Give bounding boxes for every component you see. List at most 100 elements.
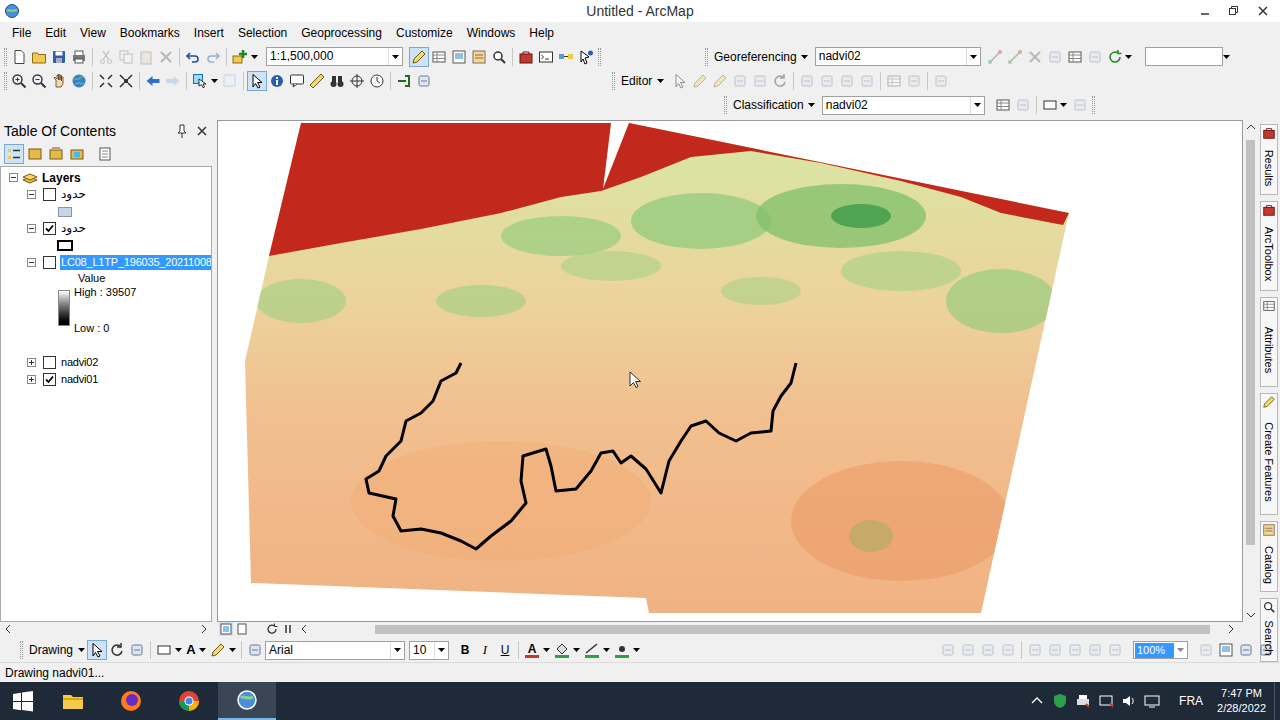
close-icon[interactable] <box>192 121 212 141</box>
layout-icon[interactable] <box>1216 640 1236 660</box>
toolbar-grip[interactable] <box>598 48 601 66</box>
clear-selection-icon[interactable] <box>220 71 240 91</box>
font-color-button[interactable]: A <box>522 643 542 658</box>
georeferencing-layer-combo-value[interactable]: nadvi02 <box>816 48 966 65</box>
link-icon[interactable] <box>985 47 1005 67</box>
list-by-visibility-icon[interactable] <box>46 144 66 164</box>
collapse-icon[interactable] <box>27 258 36 267</box>
toolbar-grip[interactable] <box>705 48 708 66</box>
fixed-zoom-in-icon[interactable] <box>96 71 116 91</box>
expand-icon[interactable] <box>27 358 36 367</box>
dropdown-arrow-icon[interactable] <box>970 97 984 114</box>
side-tab-label[interactable]: Search <box>1263 621 1275 656</box>
table-icon[interactable] <box>884 71 904 91</box>
scroll-left-icon[interactable] <box>297 622 311 636</box>
collapse-icon[interactable] <box>27 190 36 199</box>
scroll-up-icon[interactable] <box>1243 120 1258 134</box>
toolbox-icon[interactable] <box>516 47 536 67</box>
menu-item[interactable]: Geoprocessing <box>294 24 389 42</box>
generic-icon[interactable] <box>1045 47 1065 67</box>
pause-drawing-icon[interactable] <box>281 622 295 636</box>
layout-view-icon[interactable] <box>235 622 249 636</box>
generic-icon[interactable] <box>837 71 857 91</box>
dropdown-arrow-icon[interactable] <box>210 71 218 91</box>
zoom-combo[interactable]: 100% <box>1133 641 1188 659</box>
generic-icon[interactable] <box>1105 640 1125 660</box>
toolbar-grip[interactable] <box>4 72 7 90</box>
new-document-icon[interactable] <box>9 47 29 67</box>
toolbar-grip[interactable] <box>20 641 23 659</box>
generic-icon[interactable] <box>938 640 958 660</box>
open-folder-icon[interactable] <box>29 47 49 67</box>
dropdown-arrow-icon[interactable] <box>1223 47 1231 67</box>
select-elements-icon[interactable] <box>247 71 267 91</box>
georeferencing-layer-combo[interactable]: nadvi02 <box>815 47 981 66</box>
select-elements-icon[interactable] <box>670 71 690 91</box>
print-icon[interactable] <box>69 47 89 67</box>
map-vertical-scrollbar[interactable] <box>1243 120 1258 622</box>
menu-item[interactable]: Help <box>522 24 561 42</box>
side-tab-label[interactable]: Attributes <box>1263 327 1275 373</box>
generic-icon[interactable] <box>817 71 837 91</box>
rotate-icon[interactable] <box>107 640 127 660</box>
layer-checkbox[interactable] <box>43 373 56 386</box>
layer-label[interactable]: حدود <box>60 187 87 202</box>
map-canvas[interactable] <box>217 120 1243 622</box>
menu-item[interactable]: Selection <box>231 24 294 42</box>
generic-icon[interactable] <box>1025 640 1045 660</box>
scroll-right-icon[interactable] <box>1224 622 1238 636</box>
georeferencing-input[interactable] <box>1145 47 1223 66</box>
python-icon[interactable] <box>536 47 556 67</box>
arcmap-icon[interactable] <box>235 688 259 712</box>
redo-icon[interactable] <box>203 47 223 67</box>
collapse-icon[interactable] <box>27 224 36 233</box>
layer-selection[interactable]: nadvi02 <box>60 355 99 370</box>
find-icon[interactable] <box>327 71 347 91</box>
editor-icon[interactable] <box>690 71 710 91</box>
save-icon[interactable] <box>49 47 69 67</box>
search-icon[interactable] <box>489 47 509 67</box>
delete-icon[interactable] <box>156 47 176 67</box>
clock-time[interactable]: 7:47 PM <box>1221 686 1262 701</box>
generic-icon[interactable] <box>931 71 951 91</box>
generic-icon[interactable] <box>998 640 1018 660</box>
add-data-icon[interactable] <box>230 47 250 67</box>
refresh-icon[interactable] <box>265 622 279 636</box>
scroll-right-icon[interactable] <box>200 623 208 635</box>
layer-checkbox[interactable] <box>43 188 56 201</box>
font-combo[interactable]: Arial <box>265 641 405 660</box>
start-button-icon[interactable] <box>0 682 44 720</box>
generic-icon[interactable] <box>730 71 750 91</box>
scroll-down-icon[interactable] <box>1243 608 1258 622</box>
layer-label[interactable]: LC08_L1TP_196035_20211008_2 <box>60 255 211 270</box>
generic-icon[interactable] <box>1065 640 1085 660</box>
dropdown-arrow-icon[interactable] <box>542 640 550 660</box>
bold-button[interactable]: B <box>455 641 475 659</box>
layer-selection[interactable]: حدود <box>60 187 87 202</box>
toolbar-grip[interactable] <box>724 96 727 114</box>
taskbar-app[interactable] <box>218 682 276 720</box>
file-explorer-icon[interactable] <box>61 689 85 713</box>
scroll-left-icon[interactable] <box>4 623 12 635</box>
layer-checkbox[interactable] <box>43 222 56 235</box>
layer-label[interactable]: حدود <box>60 221 87 236</box>
font-color-label[interactable]: A <box>528 643 537 655</box>
map-scale-combo-value[interactable]: 1:1,500,000 <box>267 48 388 65</box>
table-icon[interactable] <box>429 47 449 67</box>
dropdown-arrow-icon[interactable] <box>77 640 85 660</box>
dropdown-arrow-icon[interactable] <box>1060 95 1068 115</box>
dropdown-arrow-icon[interactable] <box>656 71 664 91</box>
dropdown-arrow-icon[interactable] <box>808 95 816 115</box>
clock-date[interactable]: 2/28/2022 <box>1217 701 1266 716</box>
generic-icon[interactable] <box>797 71 817 91</box>
line-color-icon[interactable] <box>582 640 602 660</box>
generic-icon[interactable] <box>750 71 770 91</box>
select-features-icon[interactable] <box>190 71 210 91</box>
layer-selection[interactable]: حدود <box>60 221 87 236</box>
generic-icon[interactable] <box>978 640 998 660</box>
fill-color-icon[interactable] <box>552 640 572 660</box>
toolbar-grip[interactable] <box>1092 96 1095 114</box>
firefox-icon[interactable] <box>119 689 143 713</box>
pencil-icon[interactable] <box>208 640 228 660</box>
editor-icon[interactable] <box>409 47 429 67</box>
